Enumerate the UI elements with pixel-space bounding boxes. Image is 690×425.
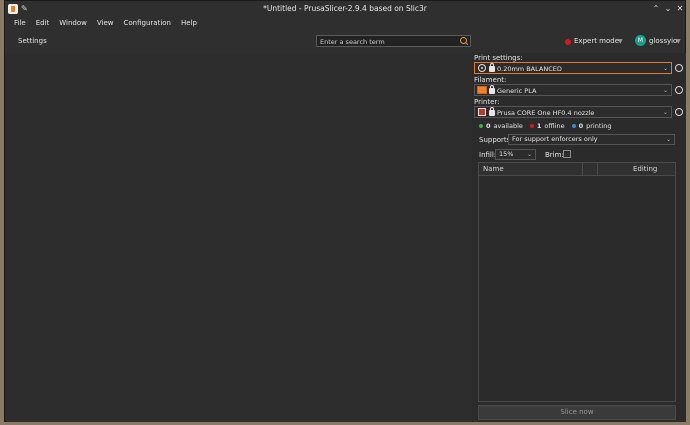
brim-label: Brim: — [545, 151, 564, 159]
brim-checkbox[interactable] — [563, 150, 571, 158]
preset-gear-icon — [478, 64, 486, 72]
chevron-down-icon: ⌄ — [662, 87, 668, 94]
infill-value: 15% — [499, 150, 514, 158]
window-title: *Untitled - PrusaSlicer-2.9.4 based on S… — [263, 4, 427, 13]
column-header-editing[interactable]: Editing — [633, 165, 657, 173]
printer-value: Prusa CORE One HF0.4 nozzle — [497, 109, 595, 117]
chevron-down-icon: ⌄ — [662, 109, 668, 116]
minimize-chevron-icon[interactable]: ⌃ — [650, 3, 662, 15]
settings-main-panel — [6, 53, 472, 422]
expert-mode-indicator — [565, 39, 571, 45]
menu-help[interactable]: Help — [176, 17, 202, 30]
chevron-down-icon: ⌄ — [526, 151, 532, 158]
title-bar[interactable]: ✎ *Untitled - PrusaSlicer-2.9.4 based on… — [5, 1, 685, 17]
lock-icon — [489, 85, 495, 94]
filament-cog-icon[interactable] — [675, 86, 683, 94]
printer-combo[interactable]: Prusa CORE One HF0.4 nozzle ⌄ — [474, 106, 672, 118]
printing-status-dot — [571, 124, 576, 128]
search-placeholder: Enter a search term — [320, 38, 385, 46]
search-icon[interactable] — [459, 37, 468, 46]
menu-view[interactable]: View — [92, 17, 119, 30]
infill-combo[interactable]: 15% ⌄ — [495, 149, 536, 160]
chevron-down-icon: ⌄ — [665, 136, 671, 143]
available-status-dot — [479, 124, 483, 128]
printing-label: printing — [586, 122, 612, 130]
chevron-down-icon: ⌄ — [662, 65, 668, 72]
objects-list[interactable]: Name Editing — [478, 162, 676, 402]
available-label: available — [493, 122, 523, 130]
menu-file[interactable]: File — [9, 17, 31, 30]
menu-window[interactable]: Window — [54, 17, 92, 30]
filament-color-swatch[interactable] — [477, 86, 487, 94]
menu-configuration[interactable]: Configuration — [119, 17, 176, 30]
print-settings-value: 0.20mm BALANCED — [497, 65, 562, 73]
offline-label: offline — [544, 122, 565, 130]
user-name[interactable]: glossyio — [649, 37, 677, 45]
menu-bar: File Edit Window View Configuration Help — [5, 17, 685, 30]
app-window: ✎ *Untitled - PrusaSlicer-2.9.4 based on… — [4, 0, 686, 422]
desktop-background-right — [686, 0, 690, 425]
search-input[interactable]: Enter a search term — [316, 35, 471, 47]
printer-status-row: 0 available 1 offline 0 printing — [479, 122, 611, 130]
printing-count: 0 — [578, 122, 584, 130]
slice-now-button[interactable]: Slice now — [478, 405, 676, 420]
offline-count: 1 — [536, 122, 542, 130]
lock-icon — [489, 63, 495, 72]
printer-label: Printer: — [474, 98, 500, 106]
printer-cog-icon[interactable] — [675, 108, 683, 116]
column-divider — [597, 163, 598, 176]
objects-list-header: Name Editing — [479, 163, 675, 176]
mode-chevron-down-icon[interactable]: ▼ — [618, 38, 623, 45]
avatar[interactable]: M — [635, 35, 646, 46]
settings-tab[interactable]: Settings — [18, 37, 47, 45]
top-toolbar: Settings Enter a search term Expert mode… — [5, 30, 685, 53]
filament-value: Generic PLA — [497, 87, 537, 95]
lock-icon — [489, 107, 495, 116]
column-header-name[interactable]: Name — [483, 165, 504, 173]
filament-label: Filament: — [474, 76, 507, 84]
column-divider — [582, 163, 583, 176]
mode-selector[interactable]: Expert mode — [574, 37, 619, 45]
print-settings-combo[interactable]: 0.20mm BALANCED ⌄ — [474, 62, 672, 74]
close-icon[interactable]: ✕ — [674, 3, 686, 15]
filament-combo[interactable]: Generic PLA ⌄ — [474, 84, 672, 96]
print-settings-cog-icon[interactable] — [675, 64, 683, 72]
user-chevron-down-icon[interactable]: ▼ — [676, 38, 681, 45]
available-count: 0 — [486, 122, 491, 130]
supports-value: For support enforcers only — [512, 135, 598, 143]
maximize-chevron-icon[interactable]: ⌄ — [662, 3, 674, 15]
print-settings-label: Print settings: — [474, 54, 523, 62]
offline-status-dot — [529, 124, 534, 128]
menu-edit[interactable]: Edit — [31, 17, 55, 30]
printer-icon — [478, 108, 486, 116]
supports-combo[interactable]: For support enforcers only ⌄ — [508, 134, 675, 145]
infill-label: Infill: — [479, 151, 497, 159]
